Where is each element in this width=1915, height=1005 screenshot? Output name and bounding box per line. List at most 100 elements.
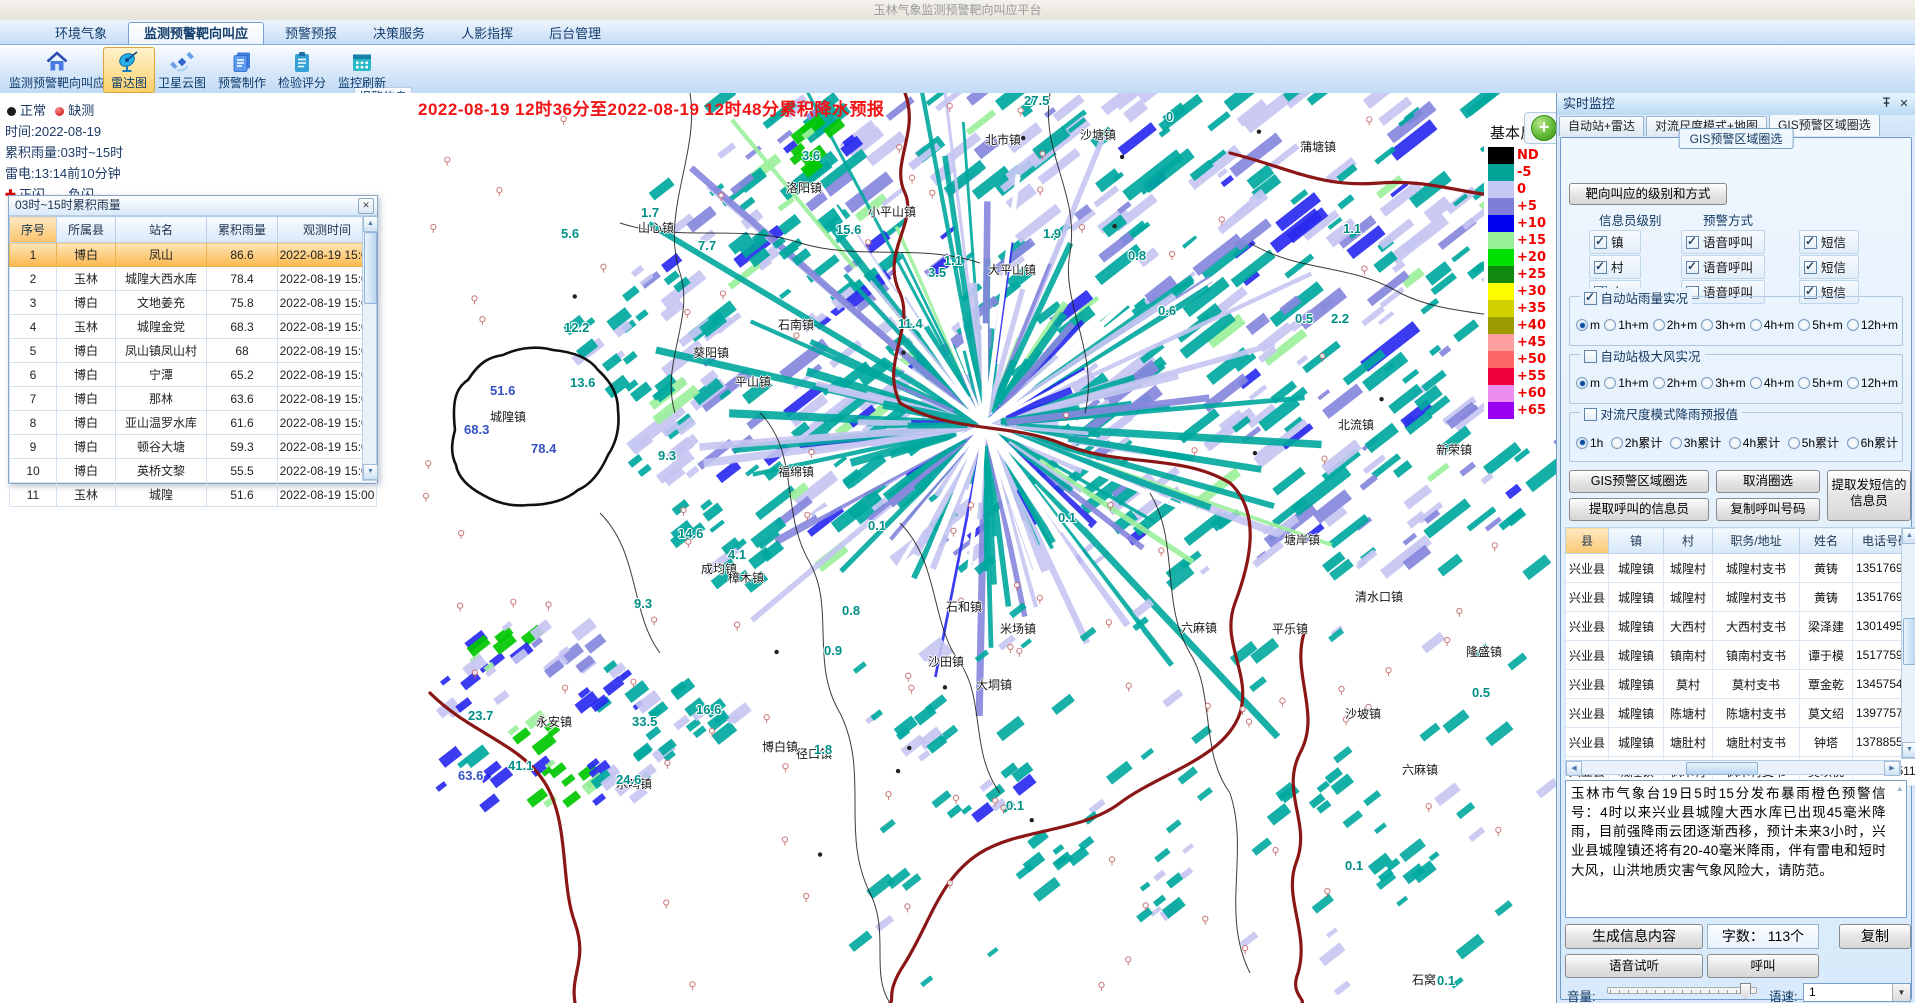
contact-col-header[interactable]: 职务/地址 [1713,528,1800,554]
scroll-thumb[interactable] [1686,762,1758,775]
checkbox[interactable] [1686,261,1699,274]
call-level-mode-button[interactable]: 靶向叫应的级别和方式 [1569,183,1727,205]
radio-icon[interactable] [1670,437,1682,449]
checkbox[interactable] [1804,261,1817,274]
slider-track[interactable] [1607,987,1757,994]
scroll-thumb[interactable] [364,232,377,304]
radio-icon[interactable] [1576,319,1588,331]
table-row[interactable]: 兴业县城隍镇大西村大西村支书梁泽建130149571 [1566,612,1915,641]
radio-icon[interactable] [1750,377,1762,389]
table-row[interactable]: 4玉林城隍金党68.32022-08-19 15:00 [10,315,377,339]
table-row[interactable]: 6博白宁潭65.22022-08-19 15:00 [10,363,377,387]
radio-option[interactable]: 2h+m [1653,376,1697,390]
checkbox[interactable] [1594,236,1607,249]
radio-option[interactable]: 4h累计 [1729,434,1780,451]
table-row[interactable]: 兴业县城隍镇城隍村城隍村支书黄铸135176975 [1566,583,1915,612]
radio-icon[interactable] [1604,319,1616,331]
radio-icon[interactable] [1576,377,1588,389]
table-row[interactable]: 兴业县城隍镇塘肚村塘肚村支书钟塔137885534 [1566,728,1915,757]
table-row[interactable]: 7博白那林63.62022-08-19 15:00 [10,387,377,411]
pin-icon[interactable] [1879,97,1893,111]
menu-tab-2[interactable]: 监测预警靶向叫应 [128,22,264,44]
radio-icon[interactable] [1788,437,1800,449]
rain-table-col-header[interactable]: 序号 [10,217,57,243]
table-row[interactable]: 兴业县城隍镇镇南村镇南村支书谭于模151775946 [1566,641,1915,670]
table-row[interactable]: 兴业县城隍镇城隍村城隍村支书黄铸135176975 [1566,554,1915,583]
speed-combobox[interactable]: 1 ▼ [1803,983,1911,1002]
contact-col-header[interactable]: 县 [1566,528,1609,554]
scroll-left-icon[interactable]: ◀ [1566,761,1582,776]
table-row[interactable]: 兴业县城隍镇陈塘村陈塘村支书莫文绍139775796 [1566,699,1915,728]
volume-slider[interactable] [1607,983,1757,999]
scroll-down-icon[interactable]: ▼ [1902,742,1915,758]
radio-icon[interactable] [1847,437,1859,449]
rain-table-col-header[interactable]: 所属县 [57,217,116,243]
radio-option[interactable]: 4h+m [1750,376,1794,390]
radio-option[interactable]: 2h累计 [1611,434,1662,451]
scroll-up-icon[interactable]: ▲ [1902,528,1915,544]
extract-sms-button[interactable]: 提取发短信的信息员 [1827,470,1911,521]
checkbox[interactable] [1686,236,1699,249]
contact-col-header[interactable]: 镇 [1609,528,1664,554]
radio-icon[interactable] [1798,377,1810,389]
table-row[interactable]: 3博白文地姜充75.82022-08-19 15:00 [10,291,377,315]
generate-message-button[interactable]: 生成信息内容 [1565,924,1703,949]
gis-select-button[interactable]: GIS预警区域圈选 [1569,470,1709,493]
auto-wind-checkbox[interactable] [1584,350,1597,363]
auto-rain-checkbox[interactable] [1584,292,1597,305]
rain-table-scrollbar[interactable]: ▲ ▼ [362,215,377,481]
zoom-in-icon[interactable]: + [1531,115,1556,141]
contact-table-vscrollbar[interactable]: ▲ ▼ [1901,527,1915,759]
radio-option[interactable]: 4h+m [1750,318,1794,332]
menu-tab-1[interactable]: 环境气象 [40,23,122,44]
radio-icon[interactable] [1576,437,1588,449]
extract-call-button[interactable]: 提取呼叫的信息员 [1569,498,1709,521]
close-panel-icon[interactable]: ✕ [1897,97,1911,111]
contact-col-header[interactable]: 村 [1664,528,1713,554]
menu-tab-6[interactable]: 后台管理 [534,23,616,44]
table-row[interactable]: 2玉林城隍大西水库78.42022-08-19 15:00 [10,267,377,291]
call-button[interactable]: 呼叫 [1707,954,1819,978]
radio-option[interactable]: 12h+m [1847,376,1898,390]
radio-icon[interactable] [1653,319,1665,331]
radio-icon[interactable] [1798,319,1810,331]
contact-col-header[interactable]: 姓名 [1800,528,1853,554]
warning-message-textarea[interactable]: 玉林市气象台19日5时15分发布暴雨橙色预警信号：4时以来兴业县城隍大西水库已出… [1565,780,1907,918]
table-row[interactable]: 8博白亚山温罗水库61.62022-08-19 15:00 [10,411,377,435]
copy-button[interactable]: 复制 [1839,924,1911,949]
radio-icon[interactable] [1701,319,1713,331]
radio-option[interactable]: 12h+m [1847,318,1898,332]
radio-icon[interactable] [1847,377,1859,389]
tool-button-calendar-refresh[interactable]: 监控刷新 [329,47,395,93]
scroll-up-icon[interactable]: ▲ [363,216,378,232]
radio-icon[interactable] [1701,377,1713,389]
panel-tab-1[interactable]: 自动站+雷达 [1559,116,1644,136]
radio-option[interactable]: m [1576,318,1600,332]
radio-option[interactable]: 6h累计 [1847,434,1898,451]
radio-icon[interactable] [1611,437,1623,449]
table-row[interactable]: 兴业县城隍镇莫村莫村支书覃金乾134575405 [1566,670,1915,699]
tool-button-compose[interactable]: 预警制作 [209,47,275,93]
radio-option[interactable]: 5h+m [1798,318,1842,332]
tool-button-satellite[interactable]: 卫星云图 [149,47,215,93]
radio-icon[interactable] [1729,437,1741,449]
tool-button-home[interactable]: 监测预警靶向叫应 [4,47,110,93]
model-rain-checkbox[interactable] [1584,408,1597,421]
slider-thumb[interactable] [1740,983,1751,1000]
radio-icon[interactable] [1847,319,1859,331]
radio-option[interactable]: 5h累计 [1788,434,1839,451]
radio-option[interactable]: 1h+m [1604,376,1648,390]
radio-icon[interactable] [1604,377,1616,389]
table-row[interactable]: 9博白顿谷大塘59.32022-08-19 15:00 [10,435,377,459]
scroll-thumb[interactable] [1903,618,1915,665]
scroll-down-icon[interactable]: ▼ [363,464,378,480]
scroll-right-icon[interactable]: ▶ [1884,761,1900,776]
menu-tab-4[interactable]: 决策服务 [358,23,440,44]
cancel-select-button[interactable]: 取消圈选 [1716,470,1820,493]
voice-preview-button[interactable]: 语音试听 [1565,954,1703,978]
rain-table-col-header[interactable]: 累积雨量 [207,217,278,243]
checkbox[interactable] [1804,236,1817,249]
table-row[interactable]: 1博白凤山86.62022-08-19 15:00 [10,243,377,267]
menu-tab-3[interactable]: 预警预报 [270,23,352,44]
table-row[interactable]: 10博白英桥文黎55.52022-08-19 15:00 [10,459,377,483]
